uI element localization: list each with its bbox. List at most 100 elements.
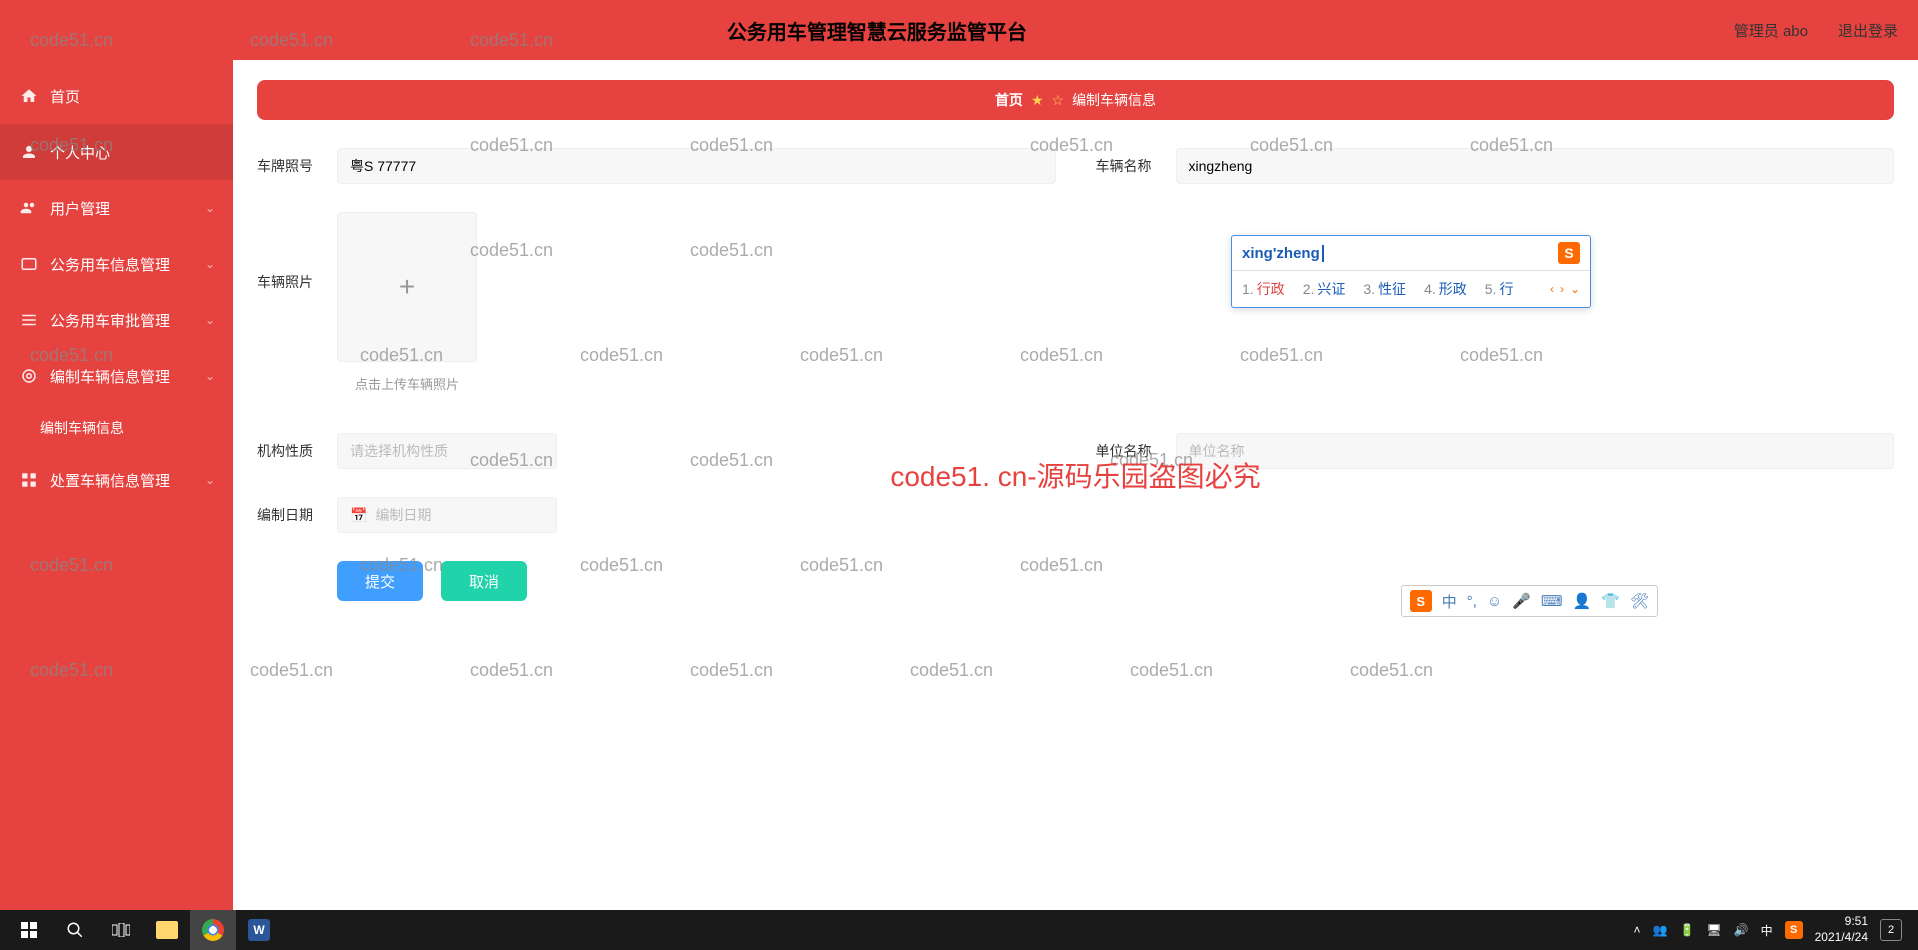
taskbar: W ˄ 👥 🔋 🖥 🔊 中 S 9:51 2021/4/24 2 <box>0 910 1918 950</box>
sogou-icon: S <box>1558 242 1580 264</box>
nav-approval[interactable]: 公务用车审批管理 ⌄ <box>0 292 233 348</box>
nav-sub-compile-info[interactable]: 编制车辆信息 <box>0 404 233 452</box>
ime-nav[interactable]: ‹ › ⌄ <box>1550 282 1580 296</box>
vehicle-name-input[interactable] <box>1176 148 1895 184</box>
ime-candidate[interactable]: 3.性征 <box>1363 279 1406 299</box>
start-button[interactable] <box>6 910 52 950</box>
chevron-right-icon[interactable]: › <box>1560 282 1564 296</box>
nav-label: 公务用车审批管理 <box>50 310 170 331</box>
chevron-down-icon: ⌄ <box>205 473 215 487</box>
breadcrumb-home[interactable]: 首页 <box>995 90 1023 110</box>
cancel-button[interactable]: 取消 <box>441 561 527 601</box>
nav-profile[interactable]: 个人中心 <box>0 124 233 180</box>
chevron-down-icon: ⌄ <box>205 257 215 271</box>
unitname-input[interactable] <box>1176 433 1895 469</box>
unitname-label: 单位名称 <box>1096 441 1176 461</box>
orgtype-label: 机构性质 <box>257 441 337 461</box>
users-icon <box>20 199 38 217</box>
grid-icon <box>20 471 38 489</box>
tray-people-icon[interactable]: 👥 <box>1653 923 1668 937</box>
nav-compile-vehicle[interactable]: 编制车辆信息管理 ⌄ <box>0 348 233 404</box>
ime-person-icon[interactable]: 👤 <box>1573 592 1592 610</box>
nav-label: 首页 <box>50 86 80 107</box>
nav-home[interactable]: 首页 <box>0 68 233 124</box>
taskbar-clock[interactable]: 9:51 2021/4/24 <box>1815 914 1868 945</box>
tray-chevron-icon[interactable]: ˄ <box>1633 923 1640 937</box>
ime-voice-icon[interactable]: 🎤 <box>1512 592 1531 610</box>
ime-keyboard-icon[interactable]: ⌨ <box>1541 592 1563 610</box>
breadcrumb: 首页 ★ ☆ 编制车辆信息 <box>257 80 1894 120</box>
explorer-button[interactable] <box>144 910 190 950</box>
plus-icon: + <box>399 271 415 303</box>
taskview-icon <box>112 923 130 937</box>
calendar-icon: 📅 <box>350 507 367 524</box>
chevron-down-icon: ⌄ <box>205 313 215 327</box>
tray-battery-icon[interactable]: 🔋 <box>1679 923 1694 937</box>
plate-input[interactable] <box>337 148 1056 184</box>
nav-label: 处置车辆信息管理 <box>50 470 170 491</box>
tray-lang[interactable]: 中 <box>1761 922 1773 939</box>
ime-candidates: 1.行政 2.兴证 3.性征 4.形政 5.行 ‹ › ⌄ <box>1232 271 1590 307</box>
word-button[interactable]: W <box>236 910 282 950</box>
search-button[interactable] <box>52 910 98 950</box>
ime-punct-icon[interactable]: °, <box>1467 593 1477 610</box>
chevron-down-icon: ⌄ <box>205 369 215 383</box>
target-icon <box>20 367 38 385</box>
ime-candidate[interactable]: 1.行政 <box>1242 279 1285 299</box>
ime-popup: xing'zheng S 1.行政 2.兴证 3.性征 4.形政 5.行 ‹ › ⌄ <box>1231 235 1591 308</box>
sidebar: 首页 个人中心 用户管理 ⌄ 公务用车信息管理 ⌄ 公务用车审批管理 ⌄ 编制车… <box>0 60 233 910</box>
nav-users[interactable]: 用户管理 ⌄ <box>0 180 233 236</box>
ime-pinyin: xing'zheng <box>1242 245 1324 262</box>
nav-dispose-vehicle[interactable]: 处置车辆信息管理 ⌄ <box>0 452 233 508</box>
user-label[interactable]: 管理员 abo <box>1734 20 1808 41</box>
submit-button[interactable]: 提交 <box>337 561 423 601</box>
photo-upload[interactable]: + <box>337 212 477 362</box>
chevron-down-icon: ⌄ <box>205 201 215 215</box>
sogou-icon: S <box>1410 590 1432 612</box>
nav-label: 个人中心 <box>50 142 110 163</box>
home-icon <box>20 87 38 105</box>
vehicle-name-label: 车辆名称 <box>1096 156 1176 176</box>
logout-link[interactable]: 退出登录 <box>1838 20 1898 41</box>
nav-vehicle-info[interactable]: 公务用车信息管理 ⌄ <box>0 236 233 292</box>
ime-candidate[interactable]: 5.行 <box>1485 279 1514 299</box>
ime-candidate[interactable]: 2.兴证 <box>1303 279 1346 299</box>
nav-label: 用户管理 <box>50 198 110 219</box>
chevron-left-icon[interactable]: ‹ <box>1550 282 1554 296</box>
app-header: 公务用车管理智慧云服务监管平台 管理员 abo 退出登录 <box>0 0 1918 60</box>
clock-time: 9:51 <box>1815 914 1868 930</box>
app-title: 公务用车管理智慧云服务监管平台 <box>20 16 1734 45</box>
tray-monitor-icon[interactable]: 🖥 <box>1706 923 1721 937</box>
folder-icon <box>156 921 178 939</box>
taskview-button[interactable] <box>98 910 144 950</box>
header-right: 管理员 abo 退出登录 <box>1734 20 1898 41</box>
notification-button[interactable]: 2 <box>1880 919 1902 941</box>
main-content: 首页 ★ ☆ 编制车辆信息 车牌照号 车辆名称 车辆照片 + 点击上传车辆照片 <box>233 60 1918 910</box>
date-placeholder: 编制日期 <box>375 505 431 525</box>
chrome-button[interactable] <box>190 910 236 950</box>
car-icon <box>20 255 38 273</box>
tray-sogou-icon[interactable]: S <box>1785 921 1803 939</box>
tray-volume-icon[interactable]: 🔊 <box>1734 923 1749 937</box>
ime-toolbox-icon[interactable]: 🛠 <box>1630 592 1649 610</box>
search-icon <box>66 921 84 939</box>
ime-toolbar[interactable]: S 中 °, ☺ 🎤 ⌨ 👤 👕 🛠 <box>1401 585 1658 617</box>
orgtype-select[interactable]: 请选择机构性质 <box>337 433 557 469</box>
ime-mode[interactable]: 中 <box>1442 591 1457 612</box>
ime-skin-icon[interactable]: 👕 <box>1601 592 1620 610</box>
user-icon <box>20 143 38 161</box>
star-icon: ★ <box>1031 92 1044 109</box>
select-placeholder: 请选择机构性质 <box>350 441 448 461</box>
plate-label: 车牌照号 <box>257 156 337 176</box>
chevron-down-icon[interactable]: ⌄ <box>1570 282 1580 296</box>
word-icon: W <box>248 919 270 941</box>
list-icon <box>20 311 38 329</box>
date-label: 编制日期 <box>257 505 337 525</box>
nav-label: 编制车辆信息管理 <box>50 366 170 387</box>
photo-label: 车辆照片 <box>257 212 337 292</box>
ime-emoji-icon[interactable]: ☺ <box>1487 593 1502 610</box>
date-picker[interactable]: 📅 编制日期 <box>337 497 557 533</box>
ime-candidate[interactable]: 4.形政 <box>1424 279 1467 299</box>
chrome-icon <box>202 919 224 941</box>
system-tray[interactable]: ˄ 👥 🔋 🖥 🔊 中 S 9:51 2021/4/24 2 <box>1633 914 1912 945</box>
